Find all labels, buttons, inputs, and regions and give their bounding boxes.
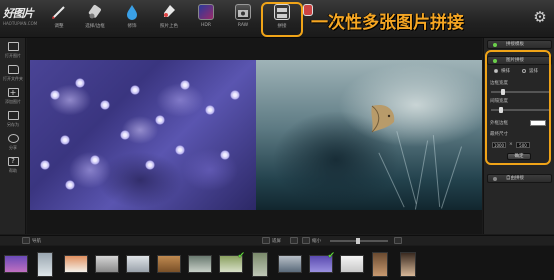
zoom-label: 缩小: [312, 239, 321, 244]
image-icon: [7, 42, 19, 51]
filmstrip-thumb[interactable]: [95, 255, 119, 273]
collage-photo-flowers[interactable]: [30, 60, 256, 210]
flower-decoration: [180, 80, 190, 90]
sidebar-item-share[interactable]: 分享: [2, 134, 24, 154]
filmstrip-thumb[interactable]: [126, 255, 150, 273]
flower-decoration: [205, 105, 215, 115]
left-sidebar: 打开图片 打开文件夹 + 添加图片 另存为 分享 ? 帮助: [0, 38, 26, 234]
expand-dot-icon: [493, 177, 497, 181]
grass-stem: [396, 131, 417, 204]
tool-hdr[interactable]: HDR: [191, 3, 221, 35]
filmstrip-thumb[interactable]: [400, 252, 416, 277]
selected-check-icon: ✔: [237, 251, 245, 261]
flower-decoration: [155, 115, 165, 125]
panel-section-template[interactable]: 拼接模板: [487, 40, 552, 49]
help-icon: ?: [7, 157, 19, 166]
drop-icon: [124, 4, 140, 20]
pen-icon: [51, 4, 67, 20]
grass-stem: [414, 140, 429, 210]
share-icon: [7, 134, 19, 143]
filmstrip-thumb[interactable]: [4, 255, 28, 273]
flower-decoration: [40, 160, 50, 170]
filmstrip-thumb[interactable]: [252, 252, 268, 277]
nav-label: 导航: [32, 239, 41, 244]
flower-decoration: [65, 180, 75, 190]
flower-decoration: [120, 130, 130, 140]
filmstrip: ✔ ✔: [0, 246, 554, 280]
tool-raw[interactable]: RAW: [228, 3, 258, 35]
filmstrip-thumb[interactable]: [37, 252, 53, 277]
fit-label: 适屏: [272, 239, 281, 244]
filmstrip-thumb[interactable]: [188, 255, 212, 273]
flower-decoration: [50, 90, 60, 100]
flower-decoration: [75, 78, 85, 88]
selected-check-icon: ✔: [327, 251, 335, 261]
filmstrip-thumb[interactable]: ✔: [219, 251, 245, 273]
folder-icon: [7, 65, 19, 74]
raw-icon: [235, 4, 251, 20]
slider-knob[interactable]: [356, 238, 360, 244]
zoom-slider[interactable]: [330, 238, 388, 244]
app-logo: 好图片 HAOTUPIAN.COM: [3, 4, 37, 34]
status-bar: 导航 适屏 缩小: [0, 235, 554, 245]
logo-name: 好图片: [3, 7, 34, 20]
flower-decoration: [90, 155, 100, 165]
flower-decoration: [220, 150, 230, 160]
sidebar-item-help[interactable]: ? 帮助: [2, 157, 24, 177]
canvas-area: [27, 38, 482, 234]
tool-select-border[interactable]: 选择/边框: [80, 3, 110, 35]
panel-section-free-collage[interactable]: 自由拼接: [487, 174, 552, 183]
gear-icon[interactable]: ⚙: [531, 8, 549, 26]
filmstrip-thumb[interactable]: [157, 255, 181, 273]
grass-stem: [440, 146, 463, 209]
flower-decoration: [145, 160, 155, 170]
plus-icon: +: [7, 88, 19, 97]
filmstrip-thumb[interactable]: [340, 255, 364, 273]
flower-decoration: [60, 135, 70, 145]
fit-screen-button[interactable]: [262, 237, 270, 244]
tool-retouch[interactable]: 修饰: [117, 3, 147, 35]
flower-decoration: [175, 145, 185, 155]
filmstrip-thumb[interactable]: [278, 255, 302, 273]
butterfly-subject: [366, 102, 400, 136]
expand-dot-icon: [493, 43, 497, 47]
flower-decoration: [230, 90, 240, 100]
flower-decoration: [130, 85, 140, 95]
actual-size-button[interactable]: [290, 237, 298, 244]
nav-toggle-button[interactable]: [22, 237, 30, 244]
top-toolbar: 好图片 HAOTUPIAN.COM 调整 选择/边框 修饰 照片上色 HDR R: [0, 0, 554, 38]
logo-subtitle: HAOTUPIAN.COM: [3, 21, 38, 26]
collage-highlight-box: [261, 2, 303, 37]
tool-colorize[interactable]: 照片上色: [154, 3, 184, 35]
zoom-in-button[interactable]: [394, 237, 402, 244]
brush-icon: [87, 4, 103, 20]
sidebar-item-open-folder[interactable]: 打开文件夹: [2, 65, 24, 85]
sidebar-item-add-image[interactable]: + 添加图片: [2, 88, 24, 108]
sidebar-item-save-as[interactable]: 另存为: [2, 111, 24, 131]
filmstrip-thumb[interactable]: ✔: [309, 251, 335, 273]
grass-stem: [432, 135, 441, 207]
zoom-out-button[interactable]: [302, 237, 310, 244]
paint-icon: [161, 4, 177, 20]
panel-highlight-box: [485, 50, 551, 165]
grass-stem: [378, 152, 405, 208]
filmstrip-thumb[interactable]: [64, 255, 88, 273]
headline-callout: 一次性多张图片拼接: [311, 13, 464, 33]
hdr-icon: [198, 4, 214, 20]
flower-decoration: [100, 100, 110, 110]
save-icon: [7, 111, 19, 120]
tool-adjust[interactable]: 调整: [44, 3, 74, 35]
sidebar-item-open-image[interactable]: 打开图片: [2, 42, 24, 62]
filmstrip-thumb[interactable]: [372, 252, 388, 277]
collage-photo-butterfly[interactable]: [256, 60, 482, 210]
